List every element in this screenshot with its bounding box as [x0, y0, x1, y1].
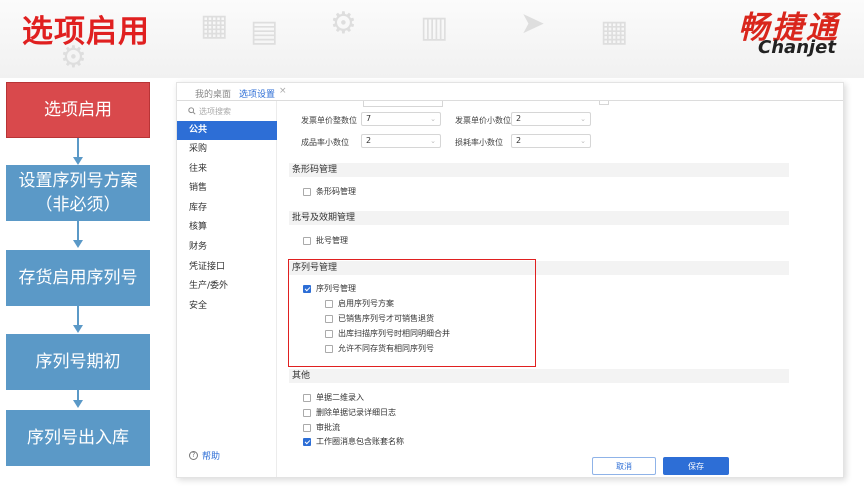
flow-step-inventory-serial: 存货启用序列号 — [6, 250, 150, 306]
checkbox[interactable] — [303, 393, 311, 402]
flow-step-serial-opening: 序列号期初 — [6, 334, 150, 390]
sidebar-item-accounts[interactable]: 往来 — [177, 160, 277, 179]
invoice-price-dec-select[interactable]: 2 ⌄ — [511, 112, 591, 126]
option-label: 删除单据记录详细日志 — [316, 408, 396, 417]
checkbox[interactable] — [303, 408, 311, 417]
sidebar-item-finance[interactable]: 财务 — [177, 238, 277, 257]
select-stub — [363, 101, 443, 107]
checkbox-stub — [599, 101, 609, 105]
section-title-batch: 批号及效期管理 — [289, 211, 789, 225]
tab-bar: 我的桌面 选项设置 × — [177, 83, 843, 103]
checkbox[interactable] — [303, 236, 311, 245]
checkbox[interactable] — [303, 423, 311, 432]
sidebar-item-inventory[interactable]: 库存 — [177, 199, 277, 218]
field-label: 成品率小数位 — [301, 138, 349, 147]
option-approval-flow[interactable]: 审批流 — [303, 422, 340, 433]
option-label: 审批流 — [316, 423, 340, 432]
chevron-down-icon: ⌄ — [430, 137, 436, 145]
search-placeholder: 选项搜索 — [199, 106, 231, 116]
cancel-button[interactable]: 取消 — [592, 457, 656, 475]
help-label: 帮助 — [202, 452, 221, 462]
finished-rate-select[interactable]: 2 ⌄ — [361, 134, 441, 148]
slide-title: 选项启用 — [22, 14, 150, 50]
sidebar-item-public[interactable]: 公共 — [177, 121, 277, 140]
grid-icon: ▦ — [600, 14, 629, 49]
checkbox-checked[interactable] — [303, 437, 311, 446]
option-2d-entry[interactable]: 单据二维录入 — [303, 392, 364, 403]
flow-step-enable-option: 选项启用 — [6, 82, 150, 138]
brand-logo-en: Chanjet — [758, 37, 836, 58]
options-window: 我的桌面 选项设置 × 选项搜索 公共 采购 往来 销售 库存 核算 财务 凭证… — [176, 82, 844, 478]
option-batch-management[interactable]: 批号管理 — [303, 235, 348, 246]
arrow-down-icon — [73, 240, 83, 248]
option-delete-log[interactable]: 删除单据记录详细日志 — [303, 407, 396, 418]
chevron-down-icon: ⌄ — [580, 115, 586, 123]
option-label: 批号管理 — [316, 236, 348, 245]
arrow-down-icon — [73, 325, 83, 333]
select-value: 2 — [516, 136, 522, 145]
sidebar-item-voucher-interface[interactable]: 凭证接口 — [177, 258, 277, 277]
qr-icon: ▦ — [200, 8, 229, 43]
loss-rate-select[interactable]: 2 ⌄ — [511, 134, 591, 148]
chevron-down-icon: ⌄ — [580, 137, 586, 145]
sidebar-item-production[interactable]: 生产/委外 — [177, 277, 277, 296]
option-barcode-management[interactable]: 条形码管理 — [303, 186, 356, 197]
sidebar-item-purchase[interactable]: 采购 — [177, 140, 277, 159]
option-workcircle-account-name[interactable]: 工作圈消息包含账套名称 — [303, 436, 404, 447]
sidebar-item-security[interactable]: 安全 — [177, 297, 277, 316]
arrow-down-icon — [73, 157, 83, 165]
close-icon[interactable]: × — [279, 86, 287, 96]
option-label: 工作圈消息包含账套名称 — [316, 437, 404, 446]
checkbox[interactable] — [303, 187, 311, 196]
gear-icon: ⚙ — [330, 6, 357, 41]
search-input[interactable]: 选项搜索 — [179, 104, 271, 118]
flow-connector — [77, 221, 79, 242]
chevron-down-icon: ⌄ — [430, 115, 436, 123]
slide-header: ▦ ▤ ⚙ ▥ ➤ ▦ ⚙ 选项启用 畅捷通 Chanjet — [0, 0, 864, 78]
options-sidebar: 选项搜索 公共 采购 往来 销售 库存 核算 财务 凭证接口 生产/委外 安全 … — [177, 101, 277, 477]
search-icon — [188, 107, 196, 115]
tab-my-desktop[interactable]: 我的桌面 — [195, 87, 231, 100]
flow-connector — [77, 138, 79, 159]
option-label: 单据二维录入 — [316, 393, 364, 402]
grid-icon: ▤ — [250, 14, 279, 49]
field-label: 发票单价整数位 — [301, 116, 357, 125]
question-circle-icon: ? — [189, 451, 198, 460]
select-value: 2 — [366, 136, 372, 145]
options-content: 发票单价整数位 7 ⌄ 发票单价小数位 2 ⌄ 成品率小数位 2 ⌄ 损耗率小数… — [277, 101, 843, 477]
save-button[interactable]: 保存 — [663, 457, 729, 475]
arrow-down-icon — [73, 400, 83, 408]
bar-chart-icon: ▥ — [420, 10, 449, 45]
serial-highlight-box — [288, 259, 536, 367]
flow-connector — [77, 306, 79, 327]
invoice-price-int-select[interactable]: 7 ⌄ — [361, 112, 441, 126]
cursor-icon: ➤ — [520, 6, 546, 41]
section-title-barcode: 条形码管理 — [289, 163, 789, 177]
sidebar-item-costing[interactable]: 核算 — [177, 218, 277, 237]
flow-step-serial-scheme: 设置序列号方案（非必须） — [6, 165, 150, 221]
section-title-other: 其他 — [289, 369, 789, 383]
sidebar-item-sales[interactable]: 销售 — [177, 179, 277, 198]
select-value: 2 — [516, 114, 522, 123]
flow-step-serial-inout: 序列号出入库 — [6, 410, 150, 466]
option-label: 条形码管理 — [316, 187, 356, 196]
field-label: 损耗率小数位 — [455, 138, 503, 147]
help-link[interactable]: ? 帮助 — [189, 449, 220, 462]
select-value: 7 — [366, 114, 372, 123]
field-label: 发票单价小数位 — [455, 116, 511, 125]
